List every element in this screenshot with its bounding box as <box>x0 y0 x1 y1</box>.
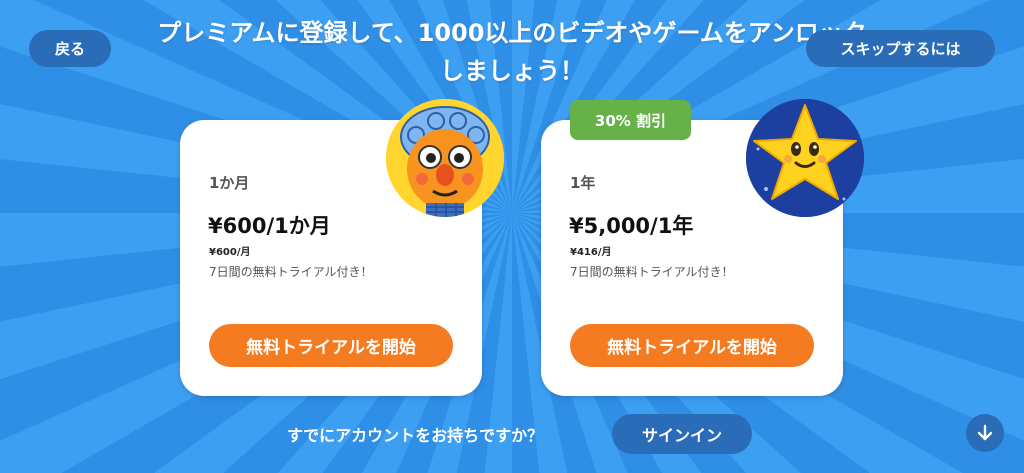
plan-trial-note: 7日間の無料トライアル付き！ <box>570 265 734 279</box>
character-face-icon <box>386 99 504 217</box>
plan-price: ¥5,000/1年 <box>569 214 694 238</box>
scroll-down-button[interactable] <box>966 414 1004 452</box>
page-headline: プレミアムに登録して、1000以上のビデオやゲームをアンロックしましょう！ <box>157 19 867 85</box>
plan-name: 1年 <box>570 174 596 192</box>
plan-per-month: ¥600/月 <box>209 247 251 258</box>
plan-name: 1か月 <box>209 174 250 192</box>
start-trial-button-monthly[interactable]: 無料トライアルを開始 <box>209 324 453 367</box>
arrow-down-icon <box>977 424 993 441</box>
start-trial-button-yearly[interactable]: 無料トライアルを開始 <box>570 324 814 367</box>
character-avatar-monthly <box>386 99 504 217</box>
back-button[interactable]: 戻る <box>29 30 111 67</box>
character-avatar-yearly <box>746 99 864 217</box>
star-character-icon <box>746 99 864 217</box>
plan-trial-note: 7日間の無料トライアル付き！ <box>209 265 373 279</box>
skip-button[interactable]: スキップするには <box>806 30 995 67</box>
signin-button[interactable]: サインイン <box>612 414 752 454</box>
existing-account-prompt: すでにアカウントをお持ちですか？ <box>287 426 544 445</box>
plan-price: ¥600/1か月 <box>208 214 331 238</box>
plan-per-month: ¥416/月 <box>570 247 612 258</box>
discount-badge: 30% 割引 <box>570 100 691 140</box>
